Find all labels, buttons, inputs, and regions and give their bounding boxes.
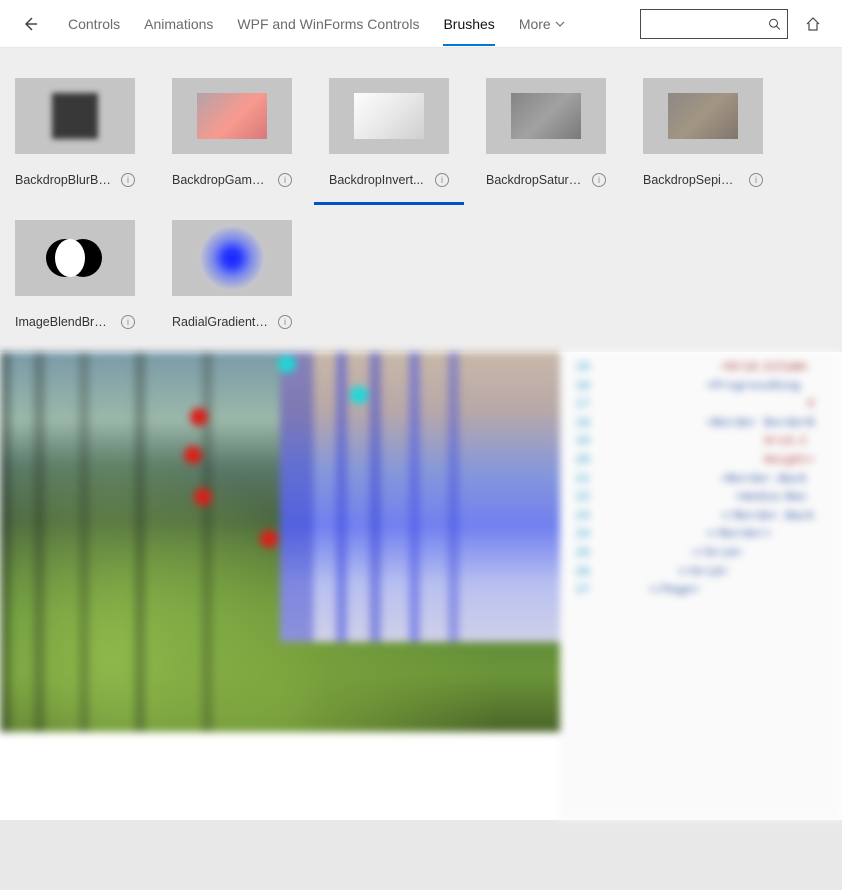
info-icon[interactable]: i: [435, 173, 449, 187]
gallery-card-radial-gradient[interactable]: RadialGradientB... i: [172, 220, 292, 332]
chevron-down-icon: [555, 19, 565, 29]
bottom-bar: [0, 820, 842, 890]
info-icon[interactable]: i: [278, 173, 292, 187]
nav-tabs: Controls Animations WPF and WinForms Con…: [56, 0, 577, 48]
code-pane: 15 <Grid.Column16 <ProgressRing 17 V18 <…: [560, 352, 842, 820]
info-icon[interactable]: i: [749, 173, 763, 187]
home-button[interactable]: [798, 9, 828, 39]
card-thumb: [643, 78, 763, 154]
gallery-card-backdrop-saturation[interactable]: BackdropSatura... i: [486, 78, 606, 190]
card-label: ImageBlendBrush: [15, 315, 111, 329]
back-arrow-icon: [22, 16, 38, 32]
invert-overlay-region: [280, 352, 560, 642]
nav-tab-animations[interactable]: Animations: [132, 0, 225, 48]
info-icon[interactable]: i: [592, 173, 606, 187]
nav-tab-label: Controls: [68, 16, 120, 32]
nav-tab-label: More: [519, 16, 551, 32]
nav-tab-label: Brushes: [443, 16, 494, 32]
gallery-card-backdrop-blur[interactable]: BackdropBlurBr... i: [15, 78, 135, 190]
card-label: BackdropSepiaB...: [643, 173, 739, 187]
info-icon[interactable]: i: [278, 315, 292, 329]
nav-tab-brushes[interactable]: Brushes: [431, 0, 506, 48]
search-box[interactable]: [640, 9, 788, 39]
card-thumb: [15, 220, 135, 296]
card-thumb: [172, 220, 292, 296]
background-preview: 15 <Grid.Column16 <ProgressRing 17 V18 <…: [0, 352, 842, 820]
brushes-gallery: BackdropBlurBr... i BackdropGamm... i Ba…: [0, 48, 842, 352]
top-nav: Controls Animations WPF and WinForms Con…: [0, 0, 842, 48]
card-label: BackdropGamm...: [172, 173, 268, 187]
search-icon: [768, 17, 781, 31]
gallery-card-backdrop-invert[interactable]: BackdropInvert... i: [329, 78, 449, 190]
card-label: BackdropSatura...: [486, 173, 582, 187]
card-thumb: [329, 78, 449, 154]
card-label: BackdropInvert...: [329, 173, 424, 187]
back-button[interactable]: [14, 8, 46, 40]
card-label: RadialGradientB...: [172, 315, 268, 329]
nav-tab-wpf-winforms[interactable]: WPF and WinForms Controls: [225, 0, 431, 48]
nav-tab-label: WPF and WinForms Controls: [237, 16, 419, 32]
card-thumb: [172, 78, 292, 154]
card-label: BackdropBlurBr...: [15, 173, 111, 187]
gallery-card-backdrop-sepia[interactable]: BackdropSepiaB... i: [643, 78, 763, 190]
gallery-card-backdrop-gamma[interactable]: BackdropGamm... i: [172, 78, 292, 190]
home-icon: [805, 16, 821, 32]
card-thumb: [15, 78, 135, 154]
preview-image: [0, 352, 560, 732]
nav-tab-controls[interactable]: Controls: [56, 0, 132, 48]
card-thumb: [486, 78, 606, 154]
info-icon[interactable]: i: [121, 173, 135, 187]
gallery-grid: BackdropBlurBr... i BackdropGamm... i Ba…: [15, 78, 827, 332]
nav-tab-label: Animations: [144, 16, 213, 32]
info-icon[interactable]: i: [121, 315, 135, 329]
nav-tab-more[interactable]: More: [507, 0, 577, 48]
search-input[interactable]: [649, 16, 768, 31]
gallery-card-image-blend[interactable]: ImageBlendBrush i: [15, 220, 135, 332]
